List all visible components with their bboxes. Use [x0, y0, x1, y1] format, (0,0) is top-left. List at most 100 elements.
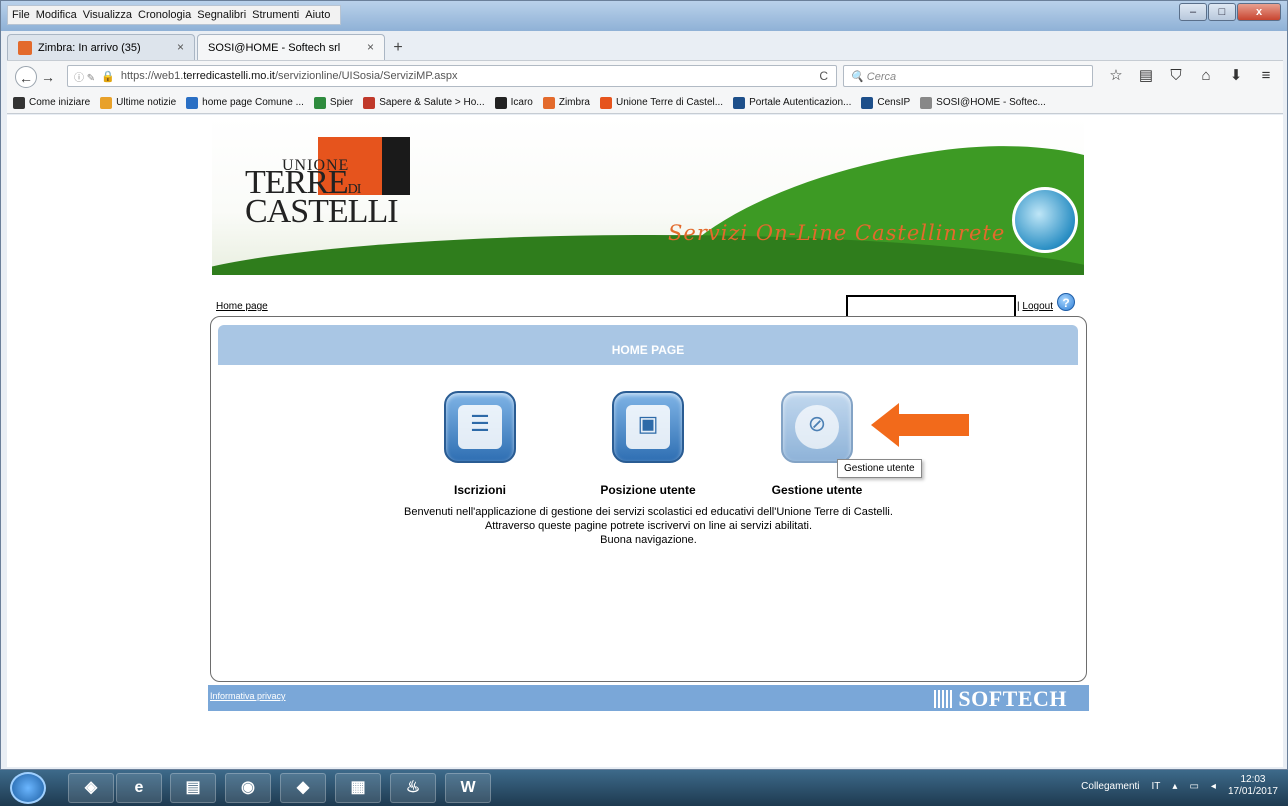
help-icon[interactable]: ?: [1057, 293, 1075, 311]
links-toolbar[interactable]: Collegamenti: [1081, 781, 1139, 792]
logout-link[interactable]: Logout: [1022, 301, 1053, 312]
iscrizioni-action[interactable]: ☰ Iscrizioni: [430, 391, 530, 497]
bookmark-label: SOSI@HOME - Softec...: [936, 97, 1046, 108]
menu-strumenti[interactable]: Strumenti: [252, 9, 299, 21]
toolbar-icons: ☆ ▤ ⛉ ⌂ ⬇ ≡: [1101, 65, 1281, 87]
flag-icon: [313, 96, 326, 109]
softech-logo: SOFTECH: [934, 686, 1067, 712]
tab-sosi-home[interactable]: SOSI@HOME - Softech srl ×: [197, 34, 385, 60]
bookmark-label: CensIP: [877, 97, 911, 108]
java-icon[interactable]: ♨: [390, 773, 436, 803]
user-position-icon[interactable]: ▣: [612, 391, 684, 463]
network-icon[interactable]: ▦: [335, 773, 381, 803]
bookmark-label: Zimbra: [558, 97, 590, 108]
orange-arrow-icon: [871, 403, 969, 447]
close-window-button[interactable]: x: [1237, 3, 1281, 21]
bookmark-label: Portale Autenticazion...: [749, 97, 852, 108]
bookmark-label: Spier: [329, 97, 354, 108]
search-icon: 🔍: [850, 71, 864, 83]
bookmark-icon: [363, 96, 376, 109]
language-indicator[interactable]: IT: [1152, 781, 1161, 792]
banner-tagline: Servizi On-Line Castellinrete: [668, 221, 1006, 245]
user-management-glyph: ⊘: [807, 411, 827, 436]
window-controls: – □ x: [1178, 3, 1281, 21]
close-tab-icon[interactable]: ×: [367, 40, 374, 54]
new-tab-button[interactable]: +: [387, 38, 409, 60]
bookmark-star-icon[interactable]: ☆: [1101, 65, 1131, 87]
zimbra-icon: [18, 40, 32, 55]
bookmark-item[interactable]: CensIP: [861, 96, 911, 109]
gestione-utente-label: Gestione utente: [771, 483, 863, 497]
maximize-button[interactable]: □: [1208, 3, 1236, 21]
menu-cronologia[interactable]: Cronologia: [138, 9, 191, 21]
gestione-utente-action[interactable]: ⊘ Gestione utente: [762, 391, 872, 497]
breadcrumb-home[interactable]: Home page: [216, 301, 268, 312]
welcome-line: Benvenuti nell'applicazione di gestione …: [404, 506, 893, 518]
menu-segnalibri[interactable]: Segnalibri: [197, 9, 246, 21]
pocket-icon[interactable]: ⛉: [1161, 65, 1191, 87]
volume-icon[interactable]: ◂: [1211, 781, 1216, 792]
word-icon[interactable]: W: [445, 773, 491, 803]
home-panel: HOME PAGE ☰ Iscrizioni ▣ Posizione utent…: [210, 316, 1087, 682]
bookmark-item[interactable]: Come iniziare: [13, 96, 91, 109]
network-tray-icon[interactable]: ▭: [1189, 781, 1198, 792]
bookmark-item[interactable]: Zimbra: [542, 96, 590, 109]
outlook-icon[interactable]: ◈: [68, 773, 114, 803]
show-hidden-icons[interactable]: ▴: [1172, 781, 1177, 792]
bookmark-label: Unione Terre di Castel...: [615, 97, 724, 108]
welcome-line: Buona navigazione.: [600, 534, 697, 546]
posizione-utente-action[interactable]: ▣ Posizione utente: [588, 391, 708, 497]
enrollment-icon[interactable]: ☰: [444, 391, 516, 463]
bookmark-icon: [599, 96, 612, 109]
bookmark-item[interactable]: home page Comune ...: [186, 96, 304, 109]
reading-list-icon[interactable]: ▤: [1131, 65, 1161, 87]
firefox-icon[interactable]: ◉: [225, 773, 271, 803]
search-placeholder: Cerca: [866, 71, 897, 83]
file-explorer-icon[interactable]: ▤: [170, 773, 216, 803]
search-input[interactable]: 🔍 Cerca: [843, 65, 1093, 87]
bookmark-icon: [13, 96, 25, 109]
clock-time: 12:03: [1240, 774, 1266, 785]
bookmark-item[interactable]: SOSI@HOME - Softec...: [920, 96, 1046, 109]
taskbar: ◈ e ▤ ◉ ◆ ▦ ♨ W Collegamenti IT ▴ ▭ ◂ 12…: [0, 770, 1288, 806]
bookmark-item[interactable]: Unione Terre di Castel...: [599, 96, 724, 109]
menu-icon[interactable]: ≡: [1251, 65, 1281, 87]
menu-aiuto[interactable]: Aiuto: [305, 9, 330, 21]
globe-icon: [1012, 187, 1078, 253]
app-icon[interactable]: ◆: [280, 773, 326, 803]
user-management-icon[interactable]: ⊘: [781, 391, 853, 463]
bookmark-item[interactable]: Spier: [313, 96, 354, 109]
menu-visualizza[interactable]: Visualizza: [83, 9, 132, 21]
url-prefix: https://web1.: [120, 70, 184, 82]
softech-brand: SOFTECH: [958, 686, 1067, 711]
bookmark-item[interactable]: Ultime notizie: [100, 96, 176, 109]
privacy-link[interactable]: Informativa privacy: [210, 691, 286, 701]
downloads-icon[interactable]: ⬇: [1221, 65, 1251, 87]
bookmark-item[interactable]: Portale Autenticazion...: [733, 96, 852, 109]
bookmark-item[interactable]: Icaro: [494, 96, 533, 109]
barcode-icon: [934, 690, 955, 708]
page-title: HOME PAGE: [218, 325, 1078, 365]
reload-icon[interactable]: C: [819, 69, 828, 83]
system-tray: Collegamenti IT ▴ ▭ ◂ 12:03 17/01/2017: [1069, 774, 1278, 798]
close-tab-icon[interactable]: ×: [177, 40, 184, 54]
tab-label: Zimbra: In arrivo (35): [38, 41, 141, 54]
posizione-utente-label: Posizione utente: [600, 483, 696, 497]
lock-icon: 🔒: [101, 70, 115, 83]
start-button[interactable]: [10, 772, 46, 804]
clock[interactable]: 12:03 17/01/2017: [1228, 774, 1278, 798]
bookmark-item[interactable]: Sapere & Salute > Ho...: [363, 96, 485, 109]
address-bar[interactable]: ⓘ ✎ 🔒 https://web1. terredicastelli.mo.i…: [67, 65, 837, 87]
tooltip: Gestione utente: [837, 459, 922, 478]
menu-file[interactable]: File: [12, 9, 30, 21]
site-info-icon[interactable]: ⓘ ✎: [74, 69, 95, 84]
home-icon[interactable]: ⌂: [1191, 65, 1221, 87]
forward-button[interactable]: →: [37, 66, 59, 88]
bookmark-label: Come iniziare: [29, 97, 91, 108]
minimize-button[interactable]: –: [1179, 3, 1207, 21]
back-button[interactable]: ←: [15, 65, 37, 88]
tab-strip: Zimbra: In arrivo (35) × SOSI@HOME - Sof…: [7, 32, 409, 60]
tab-zimbra[interactable]: Zimbra: In arrivo (35) ×: [7, 34, 195, 60]
internet-explorer-icon[interactable]: e: [116, 773, 162, 803]
menu-modifica[interactable]: Modifica: [36, 9, 77, 21]
